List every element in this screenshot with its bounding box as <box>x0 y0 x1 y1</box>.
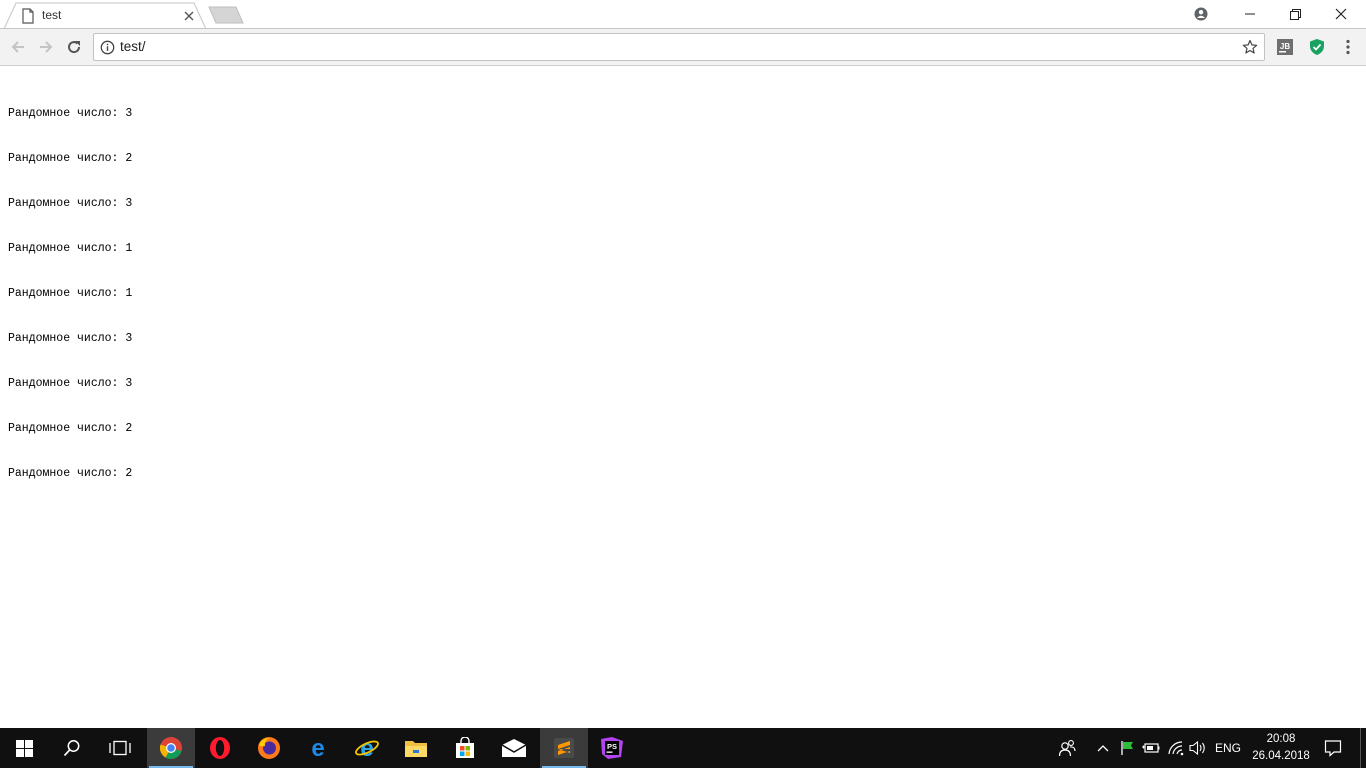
more-menu-icon[interactable] <box>1340 38 1356 56</box>
taskbar-app-file-explorer[interactable] <box>392 728 440 768</box>
mail-icon <box>501 739 527 757</box>
tab-close-icon[interactable] <box>182 9 196 23</box>
close-window-button[interactable] <box>1318 0 1364 28</box>
browser-toolbar: test/ JB <box>0 29 1366 66</box>
volume-button[interactable] <box>1188 728 1208 768</box>
jetbrains-extension-icon[interactable]: JB <box>1276 38 1294 56</box>
clock-date: 26.04.2018 <box>1252 750 1310 762</box>
forward-button[interactable] <box>36 37 56 57</box>
svg-text:JB: JB <box>1280 42 1290 51</box>
taskbar-app-internet-explorer[interactable]: e <box>343 728 391 768</box>
reload-button[interactable] <box>64 37 84 57</box>
green-flag-icon <box>1121 741 1133 755</box>
file-explorer-icon <box>405 741 427 757</box>
battery-charging-icon <box>1142 743 1160 753</box>
notification-icon <box>1324 740 1342 757</box>
profile-avatar-icon[interactable] <box>1190 4 1212 24</box>
taskbar-app-firefox[interactable] <box>245 728 293 768</box>
taskbar-app-opera[interactable] <box>196 728 244 768</box>
arrow-left-icon <box>11 41 24 53</box>
svg-text:PS: PS <box>607 742 617 751</box>
wifi-icon <box>1168 741 1184 756</box>
chrome-icon <box>159 737 182 759</box>
browser-tab[interactable]: test <box>4 2 206 30</box>
shield-extension-icon[interactable] <box>1308 38 1326 56</box>
input-language: ENG <box>1214 741 1241 755</box>
action-center-button[interactable] <box>1320 728 1346 768</box>
search-icon <box>63 740 80 757</box>
taskbar-app-chrome[interactable] <box>147 728 195 768</box>
svg-text:e: e <box>311 736 324 760</box>
restore-icon <box>1289 8 1301 20</box>
output-line: Рандомное число: 3 <box>8 377 133 390</box>
back-button[interactable] <box>8 37 28 57</box>
windows-logo-icon <box>15 739 33 757</box>
people-button[interactable] <box>1055 728 1079 768</box>
tray-flag-button[interactable] <box>1118 728 1136 768</box>
taskbar: e e PS ENG 20:08 26.04.2018 <box>0 728 1366 768</box>
taskbar-app-mail[interactable] <box>490 728 538 768</box>
minimize-button[interactable] <box>1227 0 1273 28</box>
address-url: test/ <box>120 39 146 54</box>
internet-explorer-icon: e <box>355 736 379 760</box>
taskbar-app-phpstorm[interactable]: PS <box>588 728 636 768</box>
output-line: Рандомное число: 3 <box>8 332 133 345</box>
taskbar-app-sublime-text[interactable] <box>540 728 588 768</box>
input-language-button[interactable]: ENG <box>1212 728 1244 768</box>
phpstorm-icon: PS <box>601 737 623 759</box>
output-text: Рандомное число: 3 Рандомное число: 2 Ра… <box>8 76 132 511</box>
minimize-icon <box>1245 13 1255 15</box>
taskbar-app-edge[interactable]: e <box>294 728 342 768</box>
page-content: Рандомное число: 3 Рандомное число: 2 Ра… <box>0 67 1366 728</box>
edge-icon: e <box>311 736 324 760</box>
task-view-icon <box>109 740 131 756</box>
network-button[interactable] <box>1166 728 1186 768</box>
taskbar-app-store[interactable] <box>441 728 489 768</box>
browser-titlebar: test <box>0 0 1366 30</box>
page-file-icon <box>22 8 34 24</box>
task-view-button[interactable] <box>96 728 144 768</box>
output-line: Рандомное число: 3 <box>8 107 133 120</box>
speaker-icon <box>1189 740 1205 756</box>
show-desktop-button[interactable] <box>1360 728 1366 768</box>
search-button[interactable] <box>48 728 96 768</box>
info-icon[interactable] <box>100 40 115 55</box>
output-line: Рандомное число: 2 <box>8 467 133 480</box>
close-icon <box>1335 8 1347 20</box>
bookmark-star-icon[interactable] <box>1242 39 1258 55</box>
svg-text:e: e <box>360 736 373 760</box>
firefox-icon <box>258 737 280 759</box>
store-icon <box>456 737 474 758</box>
new-tab-button[interactable] <box>208 6 244 24</box>
opera-icon <box>210 737 230 759</box>
chevron-up-icon <box>1097 745 1109 752</box>
arrow-right-icon <box>40 41 53 53</box>
restore-button[interactable] <box>1272 0 1318 28</box>
output-line: Рандомное число: 1 <box>8 242 133 255</box>
output-line: Рандомное число: 2 <box>8 422 133 435</box>
clock[interactable]: 20:08 26.04.2018 <box>1246 731 1316 765</box>
output-line: Рандомное число: 2 <box>8 152 133 165</box>
reload-icon <box>68 41 81 54</box>
battery-button[interactable] <box>1142 728 1160 768</box>
start-button[interactable] <box>0 728 48 768</box>
output-line: Рандомное число: 1 <box>8 287 133 300</box>
tab-title: test <box>42 8 62 22</box>
address-bar[interactable]: test/ <box>93 33 1265 61</box>
output-line: Рандомное число: 3 <box>8 197 133 210</box>
people-icon <box>1058 740 1076 757</box>
sublime-text-icon <box>554 738 574 758</box>
clock-time: 20:08 <box>1266 733 1296 745</box>
show-hidden-icons-button[interactable] <box>1094 728 1112 768</box>
